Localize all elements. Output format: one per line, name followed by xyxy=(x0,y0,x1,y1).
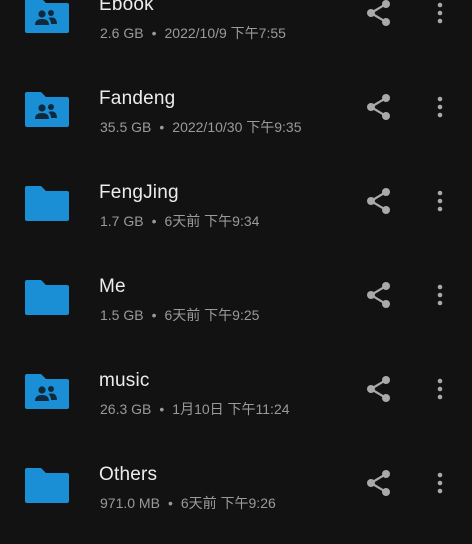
folder-meta: 1.5 GB • 6天前 下午9:25 xyxy=(100,305,259,325)
folder-name: Me xyxy=(99,276,126,297)
folder-icon xyxy=(24,278,70,316)
share-icon[interactable] xyxy=(364,374,394,404)
more-options-icon[interactable] xyxy=(428,468,452,498)
folder-size: 1.7 GB xyxy=(100,213,144,229)
folder-name: FengJing xyxy=(99,182,179,203)
more-options-icon[interactable] xyxy=(428,186,452,216)
folder-row-ebook[interactable]: Ebook 2.6 GB • 2022/10/9 下午7:55 xyxy=(0,0,472,74)
folder-meta: 26.3 GB • 1月10日 下午11:24 xyxy=(100,399,290,419)
share-icon[interactable] xyxy=(364,186,394,216)
folder-icon xyxy=(24,184,70,222)
folder-row-fengjing[interactable]: FengJing 1.7 GB • 6天前 下午9:34 xyxy=(0,168,472,262)
folder-size: 971.0 MB xyxy=(100,495,160,511)
folder-meta: 1.7 GB • 6天前 下午9:34 xyxy=(100,211,259,231)
meta-separator: • xyxy=(151,213,157,229)
share-icon[interactable] xyxy=(364,92,394,122)
share-icon[interactable] xyxy=(364,280,394,310)
folder-date: 2022/10/30 下午9:35 xyxy=(172,119,302,135)
more-options-icon[interactable] xyxy=(428,374,452,404)
folder-date: 1月10日 下午11:24 xyxy=(172,401,290,417)
meta-separator: • xyxy=(151,25,157,41)
shared-folder-icon xyxy=(24,372,70,410)
meta-separator: • xyxy=(151,307,157,323)
folder-name: Others xyxy=(99,464,158,485)
folder-date: 2022/10/9 下午7:55 xyxy=(164,25,286,41)
folder-date: 6天前 下午9:26 xyxy=(180,495,276,511)
folder-name: Ebook xyxy=(99,0,154,15)
share-icon[interactable] xyxy=(364,0,394,28)
folder-name: Fandeng xyxy=(99,88,176,109)
folder-row-music[interactable]: music 26.3 GB • 1月10日 下午11:24 xyxy=(0,356,472,450)
more-options-icon[interactable] xyxy=(428,280,452,310)
folder-size: 26.3 GB xyxy=(100,401,152,417)
folder-meta: 2.6 GB • 2022/10/9 下午7:55 xyxy=(100,23,286,43)
folder-size: 2.6 GB xyxy=(100,25,144,41)
folder-size: 1.5 GB xyxy=(100,307,144,323)
folder-date: 6天前 下午9:34 xyxy=(164,213,260,229)
meta-separator: • xyxy=(159,119,165,135)
more-options-icon[interactable] xyxy=(428,92,452,122)
folder-row-fandeng[interactable]: Fandeng 35.5 GB • 2022/10/30 下午9:35 xyxy=(0,74,472,168)
folder-row-me[interactable]: Me 1.5 GB • 6天前 下午9:25 xyxy=(0,262,472,356)
meta-separator: • xyxy=(167,495,173,511)
more-options-icon[interactable] xyxy=(428,0,452,28)
shared-folder-icon xyxy=(24,0,70,34)
shared-folder-icon xyxy=(24,90,70,128)
folder-row-others[interactable]: Others 971.0 MB • 6天前 下午9:26 xyxy=(0,450,472,544)
share-icon[interactable] xyxy=(364,468,394,498)
folder-meta: 35.5 GB • 2022/10/30 下午9:35 xyxy=(100,117,302,137)
folder-name: music xyxy=(99,370,150,391)
folder-icon xyxy=(24,466,70,504)
folder-list: Ebook 2.6 GB • 2022/10/9 下午7:55 Fandeng … xyxy=(0,0,472,544)
folder-date: 6天前 下午9:25 xyxy=(164,307,260,323)
folder-size: 35.5 GB xyxy=(100,119,152,135)
meta-separator: • xyxy=(159,401,165,417)
folder-meta: 971.0 MB • 6天前 下午9:26 xyxy=(100,493,276,513)
